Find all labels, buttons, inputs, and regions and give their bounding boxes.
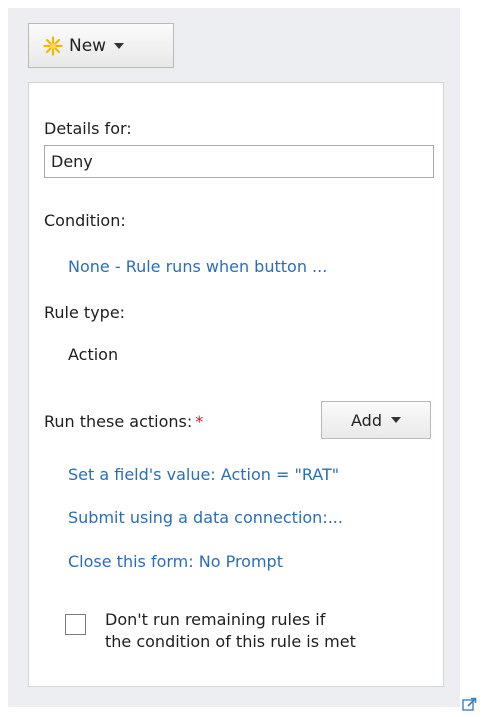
new-rule-button[interactable]: New xyxy=(28,23,174,68)
stop-rules-label-line2: the condition of this rule is met xyxy=(105,632,356,651)
stop-rules-label-line1: Don't run remaining rules if xyxy=(105,610,326,629)
run-actions-label: Run these actions: * xyxy=(44,412,203,431)
action-item[interactable]: Set a field's value: Action = "RAT" xyxy=(68,465,339,484)
popout-icon[interactable] xyxy=(462,697,477,712)
details-for-label: Details for: xyxy=(44,119,132,138)
chevron-down-icon xyxy=(114,42,125,49)
condition-label: Condition: xyxy=(44,211,126,230)
condition-link[interactable]: None - Rule runs when button ... xyxy=(68,257,327,276)
required-marker: * xyxy=(195,412,204,431)
add-action-button[interactable]: Add xyxy=(321,401,431,439)
new-button-label: New xyxy=(69,35,107,56)
stop-rules-label: Don't run remaining rules if the conditi… xyxy=(105,609,445,653)
add-button-label: Add xyxy=(351,410,382,430)
rule-type-label: Rule type: xyxy=(44,303,126,322)
rule-name-input[interactable] xyxy=(44,145,434,178)
action-item[interactable]: Submit using a data connection:... xyxy=(68,508,343,527)
new-star-icon xyxy=(43,35,63,56)
rule-details-panel: Details for: Condition: None - Rule runs… xyxy=(28,82,444,687)
chevron-down-icon xyxy=(390,417,401,423)
rule-type-value: Action xyxy=(68,345,119,364)
stop-rules-checkbox[interactable] xyxy=(65,614,86,635)
run-actions-text: Run these actions: xyxy=(44,412,193,431)
action-item[interactable]: Close this form: No Prompt xyxy=(68,552,283,571)
